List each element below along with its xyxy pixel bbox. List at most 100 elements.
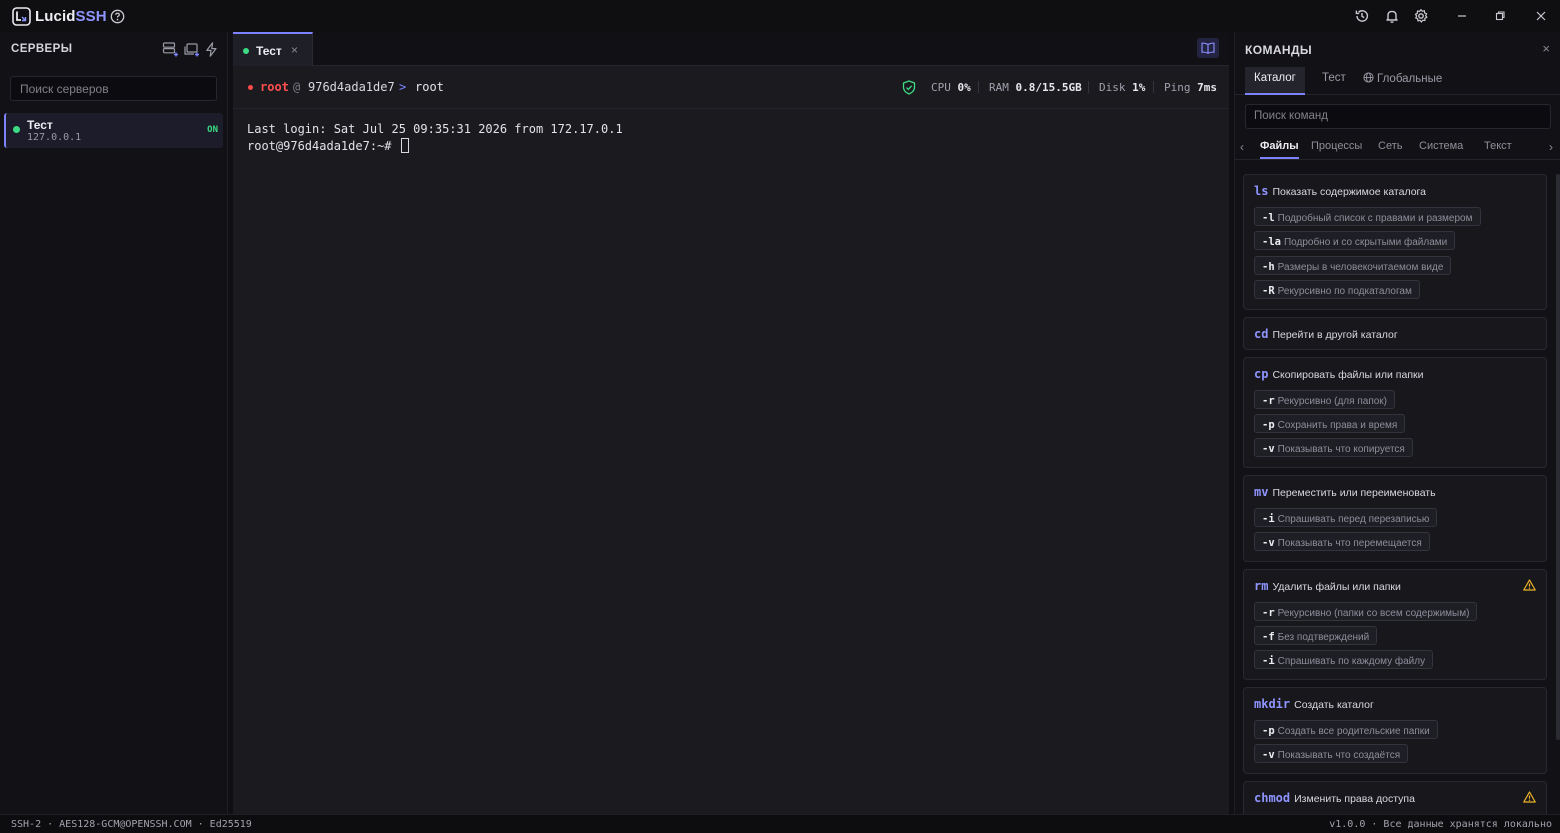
- command-name[interactable]: cd: [1254, 327, 1268, 341]
- session-path: root: [415, 80, 444, 94]
- add-server-icon[interactable]: [162, 41, 179, 58]
- servers-heading: СЕРВЕРЫ: [11, 43, 73, 55]
- terminal-line: Last login: Sat Jul 25 09:35:31 2026 fro…: [247, 122, 623, 136]
- command-name[interactable]: cp: [1254, 367, 1268, 381]
- flag-chip[interactable]: -p Создать все родительские папки: [1254, 719, 1438, 739]
- flag-chip[interactable]: -i Спрашивать по каждому файлу: [1254, 650, 1434, 670]
- command-description: Удалить файлы или папки: [1272, 580, 1401, 593]
- server-search-input[interactable]: Поиск серверов: [10, 76, 217, 101]
- command-header: chmod Изменить права доступа: [1254, 791, 1415, 805]
- scrollbar-thumb[interactable]: [1556, 174, 1560, 740]
- session-tab[interactable]: Тест ×: [233, 32, 313, 66]
- warning-icon: [1523, 790, 1536, 803]
- command-name[interactable]: mv: [1254, 485, 1268, 499]
- commands-panel: КОМАНДЫ × Каталог Тест Глобальные Поиск …: [1234, 32, 1560, 814]
- commands-panel-toggle-button[interactable]: [1197, 38, 1219, 58]
- tab-test[interactable]: Тест: [1322, 72, 1346, 84]
- metric-divider: [1088, 81, 1089, 93]
- session-info-bar: root @ 976d4ada1de7 > root CPU 0% RAM 0.…: [233, 66, 1229, 109]
- ram-metric: RAM 0.8/15.5GB: [989, 81, 1082, 94]
- flag-chip[interactable]: -v Показывать что создаётся: [1254, 744, 1409, 764]
- session-at-sign: @: [293, 80, 301, 94]
- flag-chip[interactable]: -f Без подтверждений: [1254, 625, 1378, 645]
- flag-chip[interactable]: -p Сохранить права и время: [1254, 413, 1406, 433]
- flag-chip[interactable]: -R Рекурсивно по подкаталогам: [1254, 280, 1420, 300]
- terminal-prompt-line: root@976d4ada1de7:~#: [247, 138, 623, 155]
- server-list-item[interactable]: Тест 127.0.0.1 ON: [4, 113, 223, 148]
- session-tab-strip: Тест ×: [233, 32, 1229, 66]
- history-icon[interactable]: [1354, 8, 1370, 24]
- flag-chip[interactable]: -la Подробно и со скрытыми файлами: [1254, 231, 1456, 251]
- tab-global[interactable]: Глобальные: [1363, 72, 1442, 85]
- tab-close-button[interactable]: ×: [291, 43, 298, 57]
- command-description: Показать содержимое каталога: [1272, 186, 1426, 198]
- flag-chip[interactable]: -h Размеры в человекочитаемом виде: [1254, 255, 1452, 275]
- command-name[interactable]: rm: [1254, 579, 1268, 593]
- chevron-left-icon[interactable]: ‹: [1240, 140, 1244, 154]
- metric-divider: [978, 81, 979, 93]
- category-processes[interactable]: Процессы: [1311, 140, 1362, 152]
- command-name[interactable]: mkdir: [1254, 697, 1290, 711]
- command-header: mv Переместить или переименовать: [1254, 485, 1436, 499]
- flag-chip[interactable]: -i Спрашивать перед перезаписью: [1254, 507, 1438, 527]
- command-description: Переместить или переименовать: [1272, 486, 1436, 499]
- flag-description: Рекурсивно (папки со всем содержимым): [1277, 607, 1470, 619]
- servers-sidebar: СЕРВЕРЫ Поиск серверов Тест 127.0.0.1 ON: [0, 32, 228, 814]
- flag-description: Размеры в человекочитаемом виде: [1277, 261, 1444, 273]
- flag-name: -r: [1262, 606, 1275, 619]
- flag-chip[interactable]: -r Рекурсивно (для папок): [1254, 389, 1395, 409]
- category-files[interactable]: Файлы: [1260, 140, 1299, 159]
- flag-chip[interactable]: -v Показывать что копируется: [1254, 438, 1413, 458]
- flag-chip[interactable]: -v Показывать что перемещается: [1254, 532, 1430, 552]
- terminal-area: Тест × root @ 976d4ada1de7 > root CPU 0%…: [233, 32, 1229, 814]
- online-status-dot: [13, 126, 20, 133]
- tab-catalog[interactable]: Каталог: [1245, 67, 1305, 95]
- add-group-icon[interactable]: [183, 41, 200, 58]
- tab-label: Тест: [256, 44, 282, 58]
- terminal-output[interactable]: Last login: Sat Jul 25 09:35:31 2026 fro…: [247, 121, 623, 155]
- bell-icon[interactable]: [1384, 8, 1400, 24]
- server-name: Тест: [27, 118, 53, 132]
- command-card-mkdir[interactable]: mkdir Создать каталог -p Создать все родите…: [1243, 686, 1547, 774]
- close-window-button[interactable]: [1531, 6, 1551, 26]
- command-card-chmod[interactable]: chmodИзменить права доступа+xСделать исп…: [1243, 780, 1547, 814]
- globe-icon: [1363, 72, 1374, 83]
- commands-panel-title: КОМАНДЫ: [1245, 43, 1313, 57]
- command-description: Перейти в другой каталог: [1272, 328, 1398, 341]
- title-bar: LucidSSH: [0, 0, 1560, 32]
- commands-panel-close-button[interactable]: ×: [1542, 41, 1550, 56]
- command-card-cd[interactable]: cd Перейти в другой каталог: [1243, 316, 1547, 350]
- flag-name: -v: [1262, 443, 1275, 456]
- command-list: ls Показать содержимое каталога -l Подробны…: [1235, 170, 1560, 814]
- server-status-badge: ON: [207, 125, 218, 135]
- flag-name: -v: [1262, 537, 1275, 550]
- flag-chip[interactable]: -l Подробный список с правами и размером: [1254, 207, 1481, 226]
- flag-description: Рекурсивно по подкаталогам: [1277, 286, 1412, 298]
- command-card-cp[interactable]: cp Скопировать файлы или папки -r Рекурсивн…: [1243, 356, 1547, 468]
- flag-name: -f: [1262, 630, 1275, 643]
- settings-gear-icon[interactable]: [1413, 8, 1429, 24]
- flag-name: -i: [1262, 655, 1275, 668]
- command-header: ls Показать содержимое каталога: [1254, 184, 1426, 198]
- chevron-right-icon[interactable]: ›: [1549, 140, 1553, 154]
- minimize-button[interactable]: [1452, 6, 1472, 26]
- commands-panel-tabs: Каталог Тест Глобальные: [1235, 65, 1560, 95]
- restore-icon: [1495, 11, 1505, 21]
- flag-chip[interactable]: -r Рекурсивно (папки со всем содержимым): [1254, 601, 1478, 621]
- help-icon[interactable]: [110, 9, 125, 24]
- command-name[interactable]: ls: [1254, 184, 1268, 198]
- app-logo-icon: [12, 7, 31, 26]
- flag-description: Создать все родительские папки: [1277, 725, 1430, 737]
- command-header: rm Удалить файлы или папки: [1254, 579, 1401, 593]
- quick-connect-bolt-icon[interactable]: [203, 41, 220, 58]
- command-card-mv[interactable]: mv Переместить или переименовать -i Спрашив…: [1243, 474, 1547, 562]
- command-search-input[interactable]: Поиск команд: [1245, 104, 1551, 129]
- command-name[interactable]: chmod: [1254, 791, 1290, 805]
- restore-button[interactable]: [1490, 6, 1510, 26]
- app-title: LucidSSH: [35, 8, 107, 25]
- category-text[interactable]: Текст: [1484, 140, 1512, 152]
- command-card-rm[interactable]: rm Удалить файлы или папки -r Рекурсивно (п…: [1243, 568, 1547, 680]
- category-system[interactable]: Система: [1419, 140, 1463, 152]
- command-card-ls[interactable]: ls Показать содержимое каталога -l Подробны…: [1243, 174, 1547, 310]
- category-network[interactable]: Сеть: [1378, 140, 1402, 152]
